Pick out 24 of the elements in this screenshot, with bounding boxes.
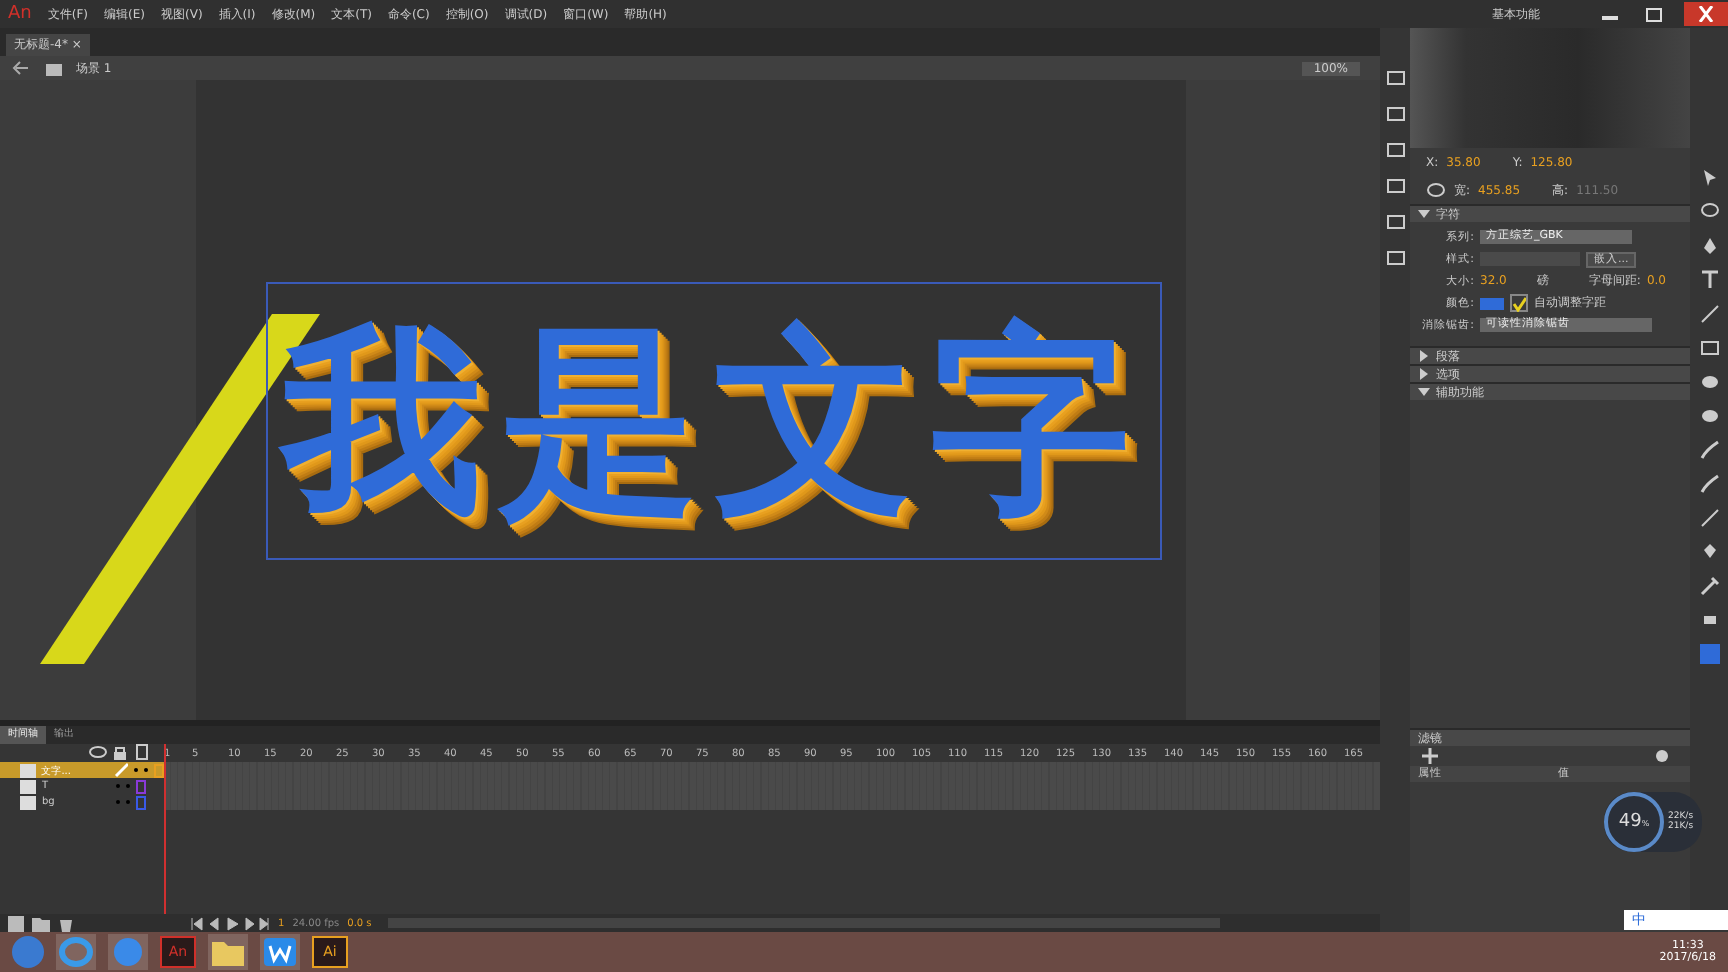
checkbox[interactable]	[1510, 294, 1528, 312]
pencil-icon	[113, 762, 129, 778]
close-icon	[1696, 6, 1716, 22]
close-button[interactable]	[1684, 2, 1728, 26]
folder-icon[interactable]	[208, 934, 248, 970]
maximize-button[interactable]	[1640, 2, 1668, 26]
playback-controls-drawing[interactable]	[190, 915, 270, 931]
disclosure-icon	[1418, 208, 1430, 220]
tool-icon[interactable]	[1699, 576, 1719, 596]
new-layer-icon[interactable]	[8, 915, 24, 931]
maximize-icon	[1644, 6, 1664, 22]
layer-color-box[interactable]	[136, 779, 146, 793]
color-swatch[interactable]	[1480, 297, 1504, 309]
fill-color-swatch[interactable]	[1699, 644, 1719, 664]
layer-color-box[interactable]	[136, 795, 146, 809]
w-app-icon[interactable]	[260, 934, 300, 970]
tool-icon[interactable]	[1699, 610, 1719, 630]
lock-icon[interactable]	[110, 744, 130, 760]
link-icon[interactable]	[1426, 182, 1446, 198]
outline-icon[interactable]	[132, 744, 152, 760]
eye-icon[interactable]	[88, 744, 108, 760]
start-button[interactable]	[12, 936, 44, 968]
tool-icon[interactable]	[1699, 270, 1719, 290]
back-arrow-icon[interactable]	[12, 60, 32, 76]
